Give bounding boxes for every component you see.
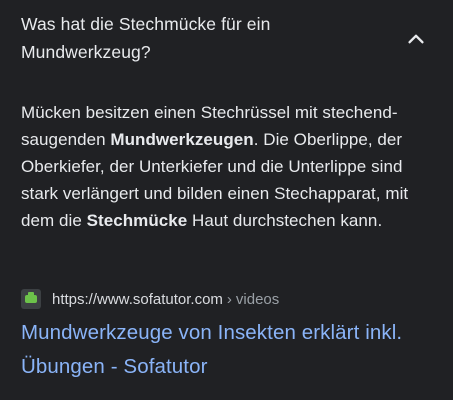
faq-question-header[interactable]: Was hat die Stechmücke für ein Mundwerkz… xyxy=(0,0,453,80)
answer-highlight-term: Stechmücke xyxy=(86,211,188,230)
faq-question-text: Was hat die Stechmücke für ein Mundwerkz… xyxy=(21,14,271,62)
breadcrumb-separator: › xyxy=(226,290,232,308)
sofatutor-favicon-icon xyxy=(21,289,41,309)
result-title-link[interactable]: Mundwerkzeuge von Insekten erklärt inkl.… xyxy=(21,316,441,384)
answer-highlight-term: Mundwerkzeugen xyxy=(110,130,254,149)
faq-answer-text: Mücken besitzen einen Stechrüssel mit st… xyxy=(21,99,441,234)
source-path: videos xyxy=(235,290,280,308)
answer-text-segment: Haut durchstechen kann. xyxy=(187,211,383,230)
source-url: https://www.sofatutor.com xyxy=(52,290,223,308)
result-source[interactable]: https://www.sofatutor.com › videos xyxy=(21,287,279,311)
chevron-up-icon[interactable] xyxy=(405,28,427,50)
